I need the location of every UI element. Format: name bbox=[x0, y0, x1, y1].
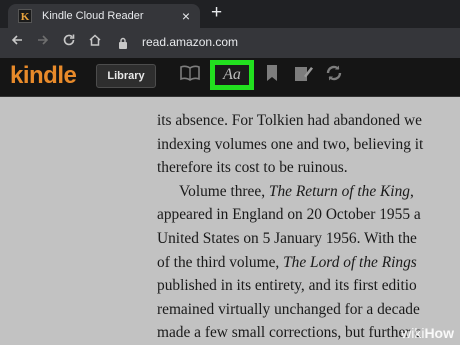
text-line: appeared in England on 20 October 1955 a bbox=[157, 206, 421, 224]
text-line: Volume three, The Return of the King, bbox=[179, 182, 414, 200]
tab-title: Kindle Cloud Reader bbox=[42, 10, 144, 22]
home-icon[interactable] bbox=[84, 32, 106, 54]
text-line: of the third volume, The Lord of the Rin… bbox=[157, 253, 417, 271]
kindle-toolbar: kindle Library Aa bbox=[0, 58, 460, 97]
open-book-icon[interactable] bbox=[178, 64, 202, 88]
sync-icon[interactable] bbox=[322, 64, 346, 88]
book-text: its absence. For Tolkien had abandoned w… bbox=[157, 109, 460, 345]
library-button[interactable]: Library bbox=[96, 64, 156, 88]
browser-tab[interactable]: K Kindle Cloud Reader × bbox=[8, 4, 200, 28]
text-line: remained virtually unchanged for a decad… bbox=[157, 300, 420, 318]
reload-icon[interactable] bbox=[58, 32, 80, 54]
kindle-logo: kindle bbox=[10, 62, 77, 89]
text-line: indexing volumes one and two, believing … bbox=[157, 135, 424, 153]
wikihow-watermark: wikiHow bbox=[401, 325, 454, 341]
new-tab-button[interactable]: + bbox=[211, 3, 222, 23]
text-line: therefore its cost to be ruinous. bbox=[157, 159, 348, 177]
text-line: published in its entirety, and its first… bbox=[157, 277, 417, 295]
text-line: United States on 5 January 1956. With th… bbox=[157, 229, 417, 247]
browser-tab-strip: K Kindle Cloud Reader × + bbox=[0, 0, 460, 28]
font-settings-button[interactable]: Aa bbox=[210, 60, 254, 90]
back-arrow-icon[interactable] bbox=[6, 32, 28, 54]
address-bar-url[interactable]: read.amazon.com bbox=[142, 35, 238, 49]
notes-icon[interactable] bbox=[292, 64, 316, 88]
forward-arrow-icon[interactable] bbox=[32, 32, 54, 54]
browser-toolbar: read.amazon.com bbox=[0, 28, 460, 58]
lock-icon[interactable] bbox=[118, 37, 128, 49]
reading-pane[interactable]: its absence. For Tolkien had abandoned w… bbox=[0, 97, 460, 345]
text-line: its absence. For Tolkien had abandoned w… bbox=[157, 112, 422, 129]
close-tab-icon[interactable]: × bbox=[182, 7, 190, 25]
kindle-favicon-icon: K bbox=[18, 9, 32, 23]
bookmark-icon[interactable] bbox=[260, 64, 284, 88]
